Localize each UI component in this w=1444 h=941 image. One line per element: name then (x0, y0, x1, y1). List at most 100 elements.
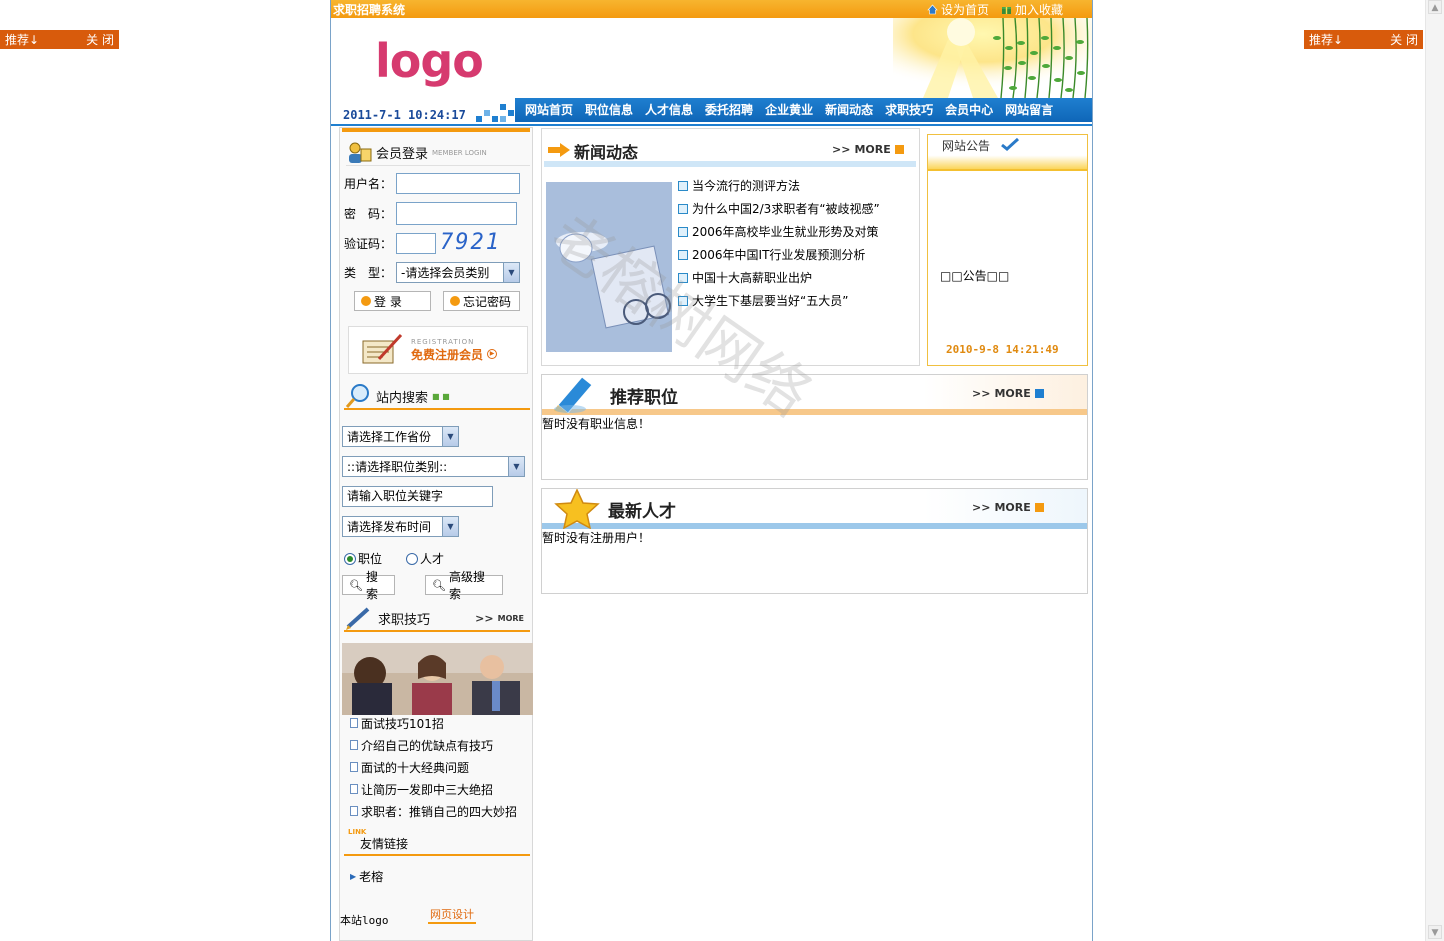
list-item[interactable]: 2006年高校毕业生就业形势及对策 (678, 220, 916, 243)
search-button[interactable]: 🔍︎ 搜索 (342, 570, 395, 601)
radio-talent-label[interactable]: 人才 (420, 550, 444, 567)
nav-yellow-pages[interactable]: 企业黄业 (759, 98, 819, 122)
nav-member[interactable]: 会员中心 (939, 98, 999, 122)
radio-talent[interactable]: 人才 (406, 550, 444, 567)
float-ad-left[interactable]: 推荐↓ 关 闭 (0, 30, 119, 49)
register-label[interactable]: 免费注册会员 (411, 346, 483, 363)
orange-arrow-icon (450, 296, 460, 306)
current-datetime: 2011-7-1 10:24:17 (343, 108, 466, 122)
list-item[interactable]: 大学生下基层要当好“五大员” (678, 289, 916, 312)
scroll-down-arrow[interactable]: ▼ (1428, 925, 1442, 939)
tip-link[interactable]: 介绍自己的优缺点有技巧 (361, 737, 493, 754)
friend-link[interactable]: ▶ 老榕 (340, 865, 383, 887)
add-favorite-label[interactable]: 加入收藏 (1015, 1, 1063, 18)
list-item[interactable]: 介绍自己的优缺点有技巧 (340, 734, 530, 756)
nav-news[interactable]: 新闻动态 (819, 98, 879, 122)
list-item[interactable]: 2006年中国IT行业发展预测分析 (678, 243, 916, 266)
captcha-image[interactable]: 7921 (440, 232, 501, 254)
list-item[interactable]: 为什么中国2/3求职者有“被歧视感” (678, 197, 916, 220)
tips-more-link[interactable]: >> MORE (475, 612, 524, 625)
site-logo-link[interactable]: 本站logo (340, 912, 389, 928)
login-button[interactable]: 登 录 (354, 291, 431, 311)
sidebar-top-accent (342, 128, 530, 132)
news-more-link[interactable]: >> MORE (832, 143, 904, 156)
arrow-right-icon (548, 143, 570, 157)
captcha-input[interactable] (396, 232, 436, 254)
talent-title-bar: 最新人才 >> MORE (542, 489, 1087, 529)
search-icon: 🔍︎ (349, 578, 363, 592)
notebook-pen-icon (362, 333, 403, 364)
member-type-select[interactable]: -请选择会员类别 ▼ (396, 262, 520, 283)
friend-link-label[interactable]: 老榕 (359, 868, 383, 885)
nav-talent[interactable]: 人才信息 (639, 98, 699, 122)
nav-tips[interactable]: 求职技巧 (879, 98, 939, 122)
float-recommend-label[interactable]: 推荐↓ (1309, 31, 1343, 48)
list-item[interactable]: 中国十大高薪职业出炉 (678, 266, 916, 289)
float-ad-right[interactable]: 推荐↓ 关 闭 (1304, 30, 1423, 49)
tip-link[interactable]: 面试的十大经典问题 (361, 759, 469, 776)
forgot-password-label[interactable]: 忘记密码 (463, 293, 511, 310)
news-link[interactable]: 为什么中国2/3求职者有“被歧视感” (692, 200, 880, 217)
web-design-logo[interactable]: 网页设计 (428, 906, 476, 924)
radio-unchecked-icon[interactable] (406, 552, 419, 565)
forgot-password-button[interactable]: 忘记密码 (443, 291, 520, 311)
nav-jobs[interactable]: 职位信息 (579, 98, 639, 122)
keyword-input[interactable]: 请输入职位关键字 (342, 486, 493, 507)
nav-guestbook[interactable]: 网站留言 (999, 98, 1059, 122)
news-link[interactable]: 大学生下基层要当好“五大员” (692, 292, 848, 309)
type-label: 类 型： (344, 266, 393, 280)
float-close-button[interactable]: 关 闭 (86, 31, 114, 48)
advanced-search-button[interactable]: 🔍︎ 高级搜索 (425, 570, 503, 601)
register-banner[interactable]: REGISTRATION 免费注册会员 ▶ (348, 326, 528, 374)
type-row: 类 型： -请选择会员类别 ▼ (340, 262, 530, 283)
talent-more-label[interactable]: MORE (994, 501, 1030, 514)
set-home-label[interactable]: 设为首页 (941, 1, 989, 18)
talent-panel: 最新人才 >> MORE 暂时没有注册用户！ (541, 488, 1088, 594)
password-input[interactable] (396, 202, 517, 225)
jobs-more-label[interactable]: MORE (994, 387, 1030, 400)
list-item[interactable]: 面试的十大经典问题 (340, 756, 530, 778)
nav-home[interactable]: 网站首页 (519, 98, 579, 122)
site-logo[interactable]: logo (375, 34, 484, 88)
scroll-up-arrow[interactable]: ▲ (1428, 0, 1442, 14)
login-button-label[interactable]: 登 录 (374, 293, 402, 310)
jobs-panel: 推荐职位 >> MORE 暂时没有职业信息！ (541, 374, 1088, 480)
login-buttons: 登 录 忘记密码 (354, 291, 520, 311)
advanced-search-label[interactable]: 高级搜索 (449, 568, 496, 602)
news-link[interactable]: 当今流行的测评方法 (692, 177, 800, 194)
job-category-select[interactable]: ::请选择职位类别:: ▼ (342, 456, 525, 477)
list-item[interactable]: 求职者：推销自己的四大妙招 (340, 800, 530, 822)
tip-link[interactable]: 让简历一发即中三大绝招 (361, 781, 493, 798)
province-select[interactable]: 请选择工作省份 ▼ (342, 426, 459, 447)
nav-entrust[interactable]: 委托招聘 (699, 98, 759, 122)
float-close-button[interactable]: 关 闭 (1390, 31, 1418, 48)
list-item[interactable]: 当今流行的测评方法 (678, 174, 916, 197)
orange-arrow-icon (361, 296, 371, 306)
username-input[interactable] (396, 173, 520, 194)
radio-checked-icon[interactable] (344, 552, 356, 565)
search-button-label[interactable]: 搜索 (366, 568, 388, 602)
publish-time-select[interactable]: 请选择发布时间 ▼ (342, 516, 459, 537)
notice-content: □□公告□□ (940, 269, 1010, 283)
radio-job[interactable]: 职位 (344, 550, 382, 567)
home-icon (927, 4, 938, 15)
news-more-label[interactable]: MORE (854, 143, 890, 156)
site-name: 求职招聘系统 (333, 3, 406, 17)
news-link[interactable]: 2006年高校毕业生就业形势及对策 (692, 223, 879, 240)
tip-link[interactable]: 面试技巧101招 (361, 715, 444, 732)
search-type-radios: 职位 人才 (344, 550, 444, 567)
set-home-link[interactable]: 设为首页 (927, 1, 989, 18)
interview-photo (342, 643, 533, 715)
tip-link[interactable]: 求职者：推销自己的四大妙招 (361, 803, 517, 820)
radio-job-label[interactable]: 职位 (358, 550, 382, 567)
tips-more-label[interactable]: MORE (498, 614, 524, 623)
add-favorite-link[interactable]: 加入收藏 (1001, 1, 1063, 18)
list-item[interactable]: 让简历一发即中三大绝招 (340, 778, 530, 800)
list-item[interactable]: 面试技巧101招 (340, 712, 530, 734)
float-recommend-label[interactable]: 推荐↓ (5, 31, 39, 48)
talent-more-link[interactable]: >> MORE (972, 501, 1044, 514)
news-link[interactable]: 2006年中国IT行业发展预测分析 (692, 246, 865, 263)
vertical-scrollbar[interactable]: ▲ ▼ (1425, 0, 1444, 941)
jobs-more-link[interactable]: >> MORE (972, 387, 1044, 400)
news-link[interactable]: 中国十大高薪职业出炉 (692, 269, 812, 286)
